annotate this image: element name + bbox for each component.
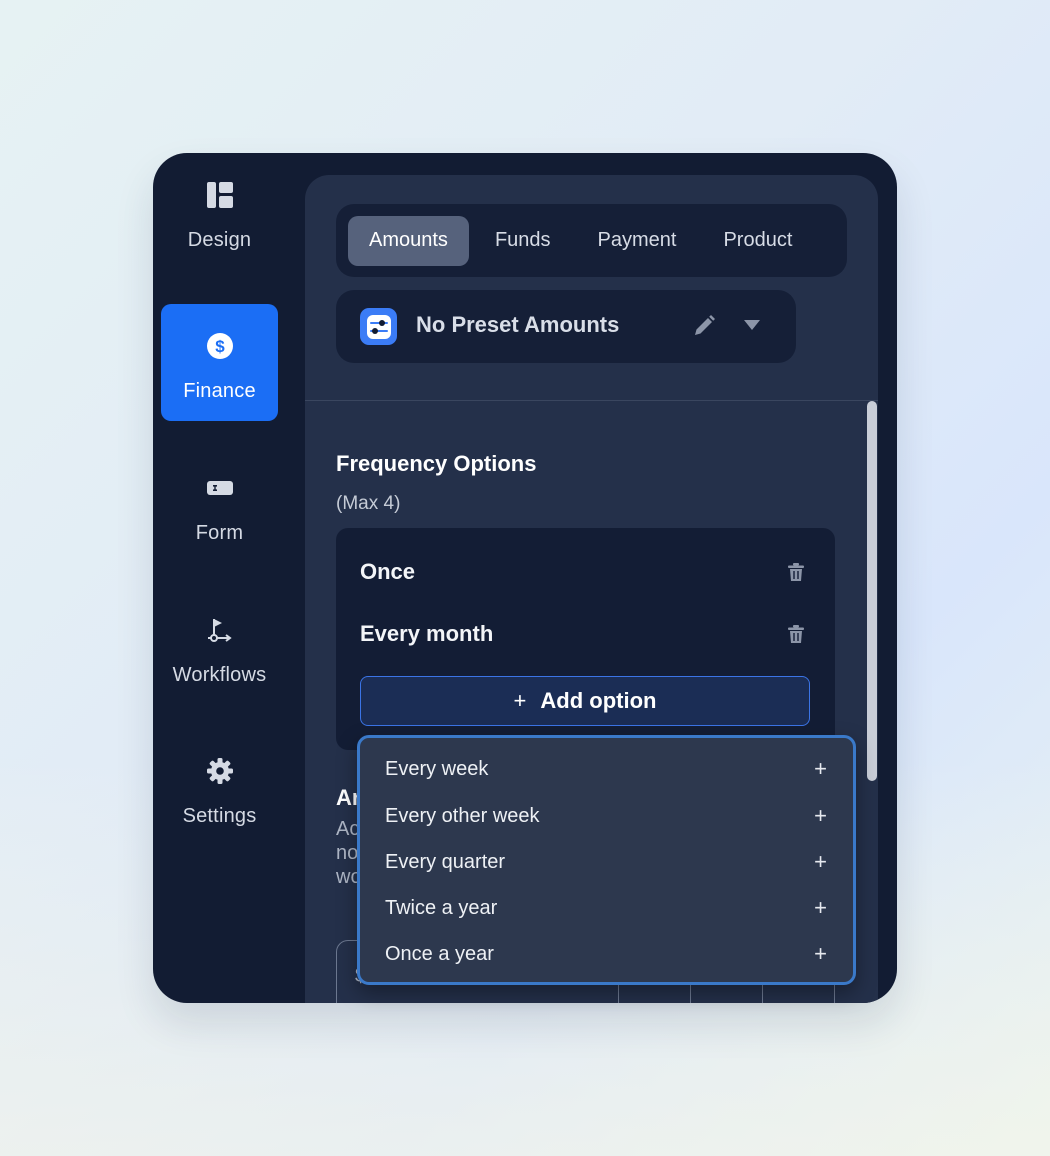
frequency-option-label: Every month: [360, 621, 494, 646]
frequency-dropdown: Every week + Every other week + Every qu…: [357, 735, 856, 985]
pencil-icon[interactable]: [692, 314, 718, 340]
workflow-icon: [205, 612, 235, 648]
plus-icon: +: [814, 849, 827, 874]
tab-product[interactable]: Product: [702, 216, 813, 266]
tab-bar: Amounts Funds Payment Product: [336, 204, 847, 277]
preset-title: No Preset Amounts: [416, 312, 620, 337]
tab-payment[interactable]: Payment: [577, 216, 698, 266]
sidebar-item-label: Form: [195, 522, 244, 544]
tab-funds[interactable]: Funds: [474, 216, 572, 266]
sliders-icon: [360, 308, 397, 345]
sidebar-item-settings[interactable]: Settings: [161, 729, 278, 846]
dropdown-item-label: Every other week: [385, 804, 540, 827]
plus-icon: +: [814, 895, 827, 920]
sidebar-item-workflows[interactable]: Workflows: [161, 588, 278, 705]
sidebar-item-label: Design: [187, 229, 252, 251]
divider: [305, 400, 878, 401]
trash-icon[interactable]: [786, 624, 806, 644]
plus-icon: +: [513, 688, 527, 713]
layout-icon: [206, 177, 234, 213]
sidebar-item-label: Finance: [183, 380, 256, 402]
preset-selector[interactable]: No Preset Amounts: [336, 290, 796, 363]
frequency-subtitle: (Max 4): [336, 493, 401, 514]
frequency-list: Once Every month + Add option: [336, 528, 835, 750]
sidebar-item-form[interactable]: Form: [161, 446, 278, 563]
dropdown-item-label: Every quarter: [385, 850, 506, 873]
dropdown-item-every-other-week[interactable]: Every other week +: [360, 793, 853, 839]
list-item: Every month: [360, 614, 812, 654]
form-icon: [206, 470, 234, 506]
dropdown-item-twice-a-year[interactable]: Twice a year +: [360, 885, 853, 931]
dropdown-item-label: Every week: [385, 757, 489, 780]
list-item: Once: [360, 552, 812, 592]
gear-icon: [206, 753, 234, 789]
plus-icon: +: [814, 803, 827, 828]
plus-icon: +: [814, 941, 827, 966]
tab-amounts[interactable]: Amounts: [348, 215, 469, 266]
dropdown-item-every-week[interactable]: Every week +: [360, 746, 853, 792]
sidebar-item-label: Workflows: [172, 664, 267, 686]
chevron-down-icon[interactable]: [742, 318, 764, 336]
sidebar-item-finance[interactable]: $ Finance: [161, 304, 278, 421]
dropdown-item-every-quarter[interactable]: Every quarter +: [360, 839, 853, 885]
sidebar-item-label: Settings: [182, 805, 257, 827]
plus-icon: +: [814, 756, 827, 781]
frequency-option-label: Once: [360, 559, 416, 584]
frequency-title: Frequency Options: [336, 451, 537, 476]
sidebar-item-design[interactable]: Design: [161, 153, 278, 270]
add-option-button[interactable]: + Add option: [360, 676, 810, 726]
trash-icon[interactable]: [786, 562, 806, 582]
dollar-icon: $: [206, 328, 234, 364]
dropdown-item-label: Once a year: [385, 942, 494, 965]
dropdown-item-label: Twice a year: [385, 896, 498, 919]
svg-text:$: $: [215, 337, 225, 356]
scrollbar[interactable]: [867, 401, 877, 781]
add-option-label: Add option: [540, 688, 657, 713]
dropdown-item-once-a-year[interactable]: Once a year +: [360, 931, 853, 977]
